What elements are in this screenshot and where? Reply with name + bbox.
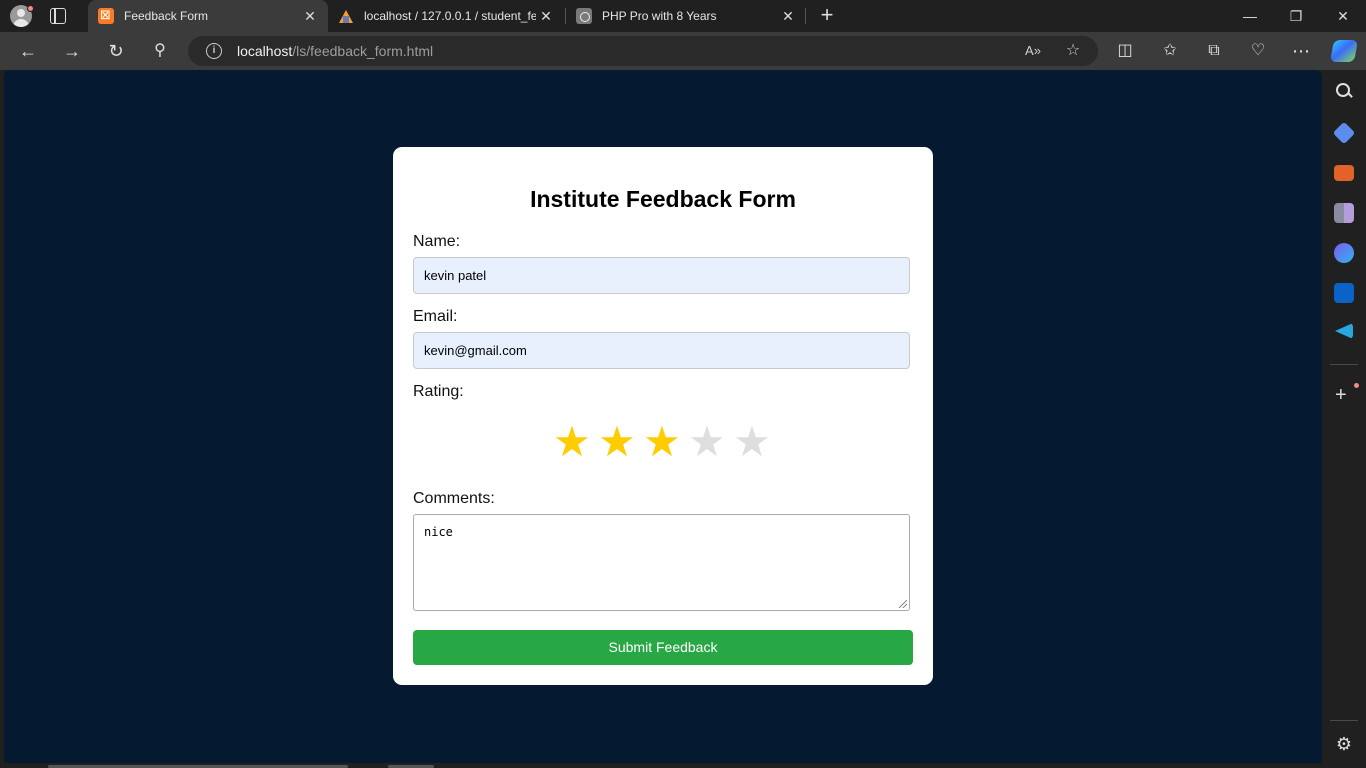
more-options-icon[interactable]: ⋯ [1290, 40, 1312, 62]
tab-chatgpt[interactable]: PHP Pro with 8 Years ✕ [568, 0, 804, 32]
outlook-icon[interactable] [1334, 283, 1354, 303]
settings-gear-icon[interactable]: ⚙ [1334, 734, 1354, 754]
sidebar-divider [1330, 720, 1358, 721]
sidebar-divider [1330, 364, 1358, 365]
tab-title: Feedback Form [124, 9, 209, 23]
tab-title: PHP Pro with 8 Years [602, 9, 717, 23]
shopping-tag-icon[interactable] [1332, 121, 1356, 145]
star-4-icon[interactable]: ★ [686, 420, 731, 464]
close-tab-icon[interactable]: ✕ [536, 8, 556, 25]
split-screen-icon[interactable]: ◫ [1114, 40, 1136, 62]
tab-separator [805, 8, 806, 24]
notification-dot [27, 5, 34, 12]
star-5-icon[interactable]: ★ [731, 420, 776, 464]
email-input[interactable]: kevin@gmail.com [413, 332, 910, 369]
restore-button[interactable]: ❐ [1286, 6, 1306, 26]
phpmyadmin-icon [338, 8, 354, 24]
comments-text: nice [424, 525, 453, 539]
forward-button[interactable]: → [61, 40, 83, 62]
read-aloud-icon[interactable]: A» [1022, 40, 1044, 62]
star-rating[interactable]: ★ ★ ★ ★ ★ [393, 420, 933, 464]
email-label: Email: [413, 308, 458, 325]
comments-textarea[interactable]: nice [413, 514, 910, 611]
refresh-button[interactable]: ↻ [105, 40, 127, 62]
close-tab-icon[interactable]: ✕ [778, 8, 798, 25]
chatgpt-icon [576, 8, 592, 24]
submit-feedback-button[interactable]: Submit Feedback [413, 630, 913, 665]
notification-dot [1354, 383, 1359, 388]
name-label: Name: [413, 233, 461, 250]
tab-title: localhost / 127.0.0.1 / student_feedback [364, 9, 536, 23]
tab-phpmyadmin[interactable]: localhost / 127.0.0.1 / student_feedback… [330, 0, 562, 32]
star-2-icon[interactable]: ★ [596, 420, 641, 464]
tab-strip: Feedback Form ✕ localhost / 127.0.0.1 / … [0, 0, 1366, 32]
star-3-icon[interactable]: ★ [641, 420, 686, 464]
favorites-icon[interactable]: ✩ [1159, 40, 1181, 62]
search-icon[interactable] [1334, 82, 1354, 102]
comments-label: Comments: [413, 490, 495, 507]
copilot-icon[interactable] [1330, 40, 1358, 62]
xampp-icon [98, 7, 114, 24]
tab-separator [565, 8, 566, 24]
telegram-icon[interactable] [1335, 323, 1353, 339]
new-tab-button[interactable]: + [816, 4, 838, 26]
add-sidebar-app-icon[interactable]: + [1335, 385, 1347, 405]
name-input[interactable]: kevin patel [413, 257, 910, 294]
tools-briefcase-icon[interactable] [1334, 165, 1354, 181]
games-icon[interactable] [1334, 203, 1354, 223]
close-window-button[interactable]: ✕ [1333, 6, 1353, 26]
rating-label: Rating: [413, 383, 464, 400]
address-bar[interactable]: i localhost/ls/feedback_form.html A» ☆ [188, 36, 1098, 66]
browser-essentials-icon[interactable]: ♡ [1247, 40, 1269, 62]
favorite-star-icon[interactable]: ☆ [1062, 40, 1084, 62]
microsoft-365-icon[interactable] [1334, 243, 1354, 263]
site-info-icon[interactable]: i [206, 43, 222, 59]
sidebar: + ⚙ [1322, 70, 1366, 768]
collections-icon[interactable]: ⧉ [1203, 40, 1225, 62]
profile-avatar[interactable] [10, 5, 34, 27]
page-viewport: Institute Feedback Form Name: kevin pate… [4, 70, 1322, 763]
feedback-form-card: Institute Feedback Form Name: kevin pate… [393, 147, 933, 685]
url-host: localhost [237, 43, 293, 59]
close-tab-icon[interactable]: ✕ [300, 8, 320, 25]
form-title: Institute Feedback Form [530, 186, 796, 212]
url-path: /ls/feedback_form.html [292, 43, 434, 59]
tab-actions-icon[interactable] [50, 8, 66, 24]
back-button[interactable]: ← [17, 40, 39, 62]
url-text[interactable]: localhost/ls/feedback_form.html [237, 43, 433, 59]
resize-handle-icon[interactable] [899, 600, 907, 608]
star-1-icon[interactable]: ★ [551, 420, 596, 464]
tab-feedback-form[interactable]: Feedback Form ✕ [88, 0, 328, 32]
browser-toolbar: ← → ↻ ⚲ i localhost/ls/feedback_form.htm… [0, 32, 1366, 70]
minimize-button[interactable]: — [1240, 6, 1260, 26]
search-icon[interactable]: ⚲ [149, 40, 171, 62]
